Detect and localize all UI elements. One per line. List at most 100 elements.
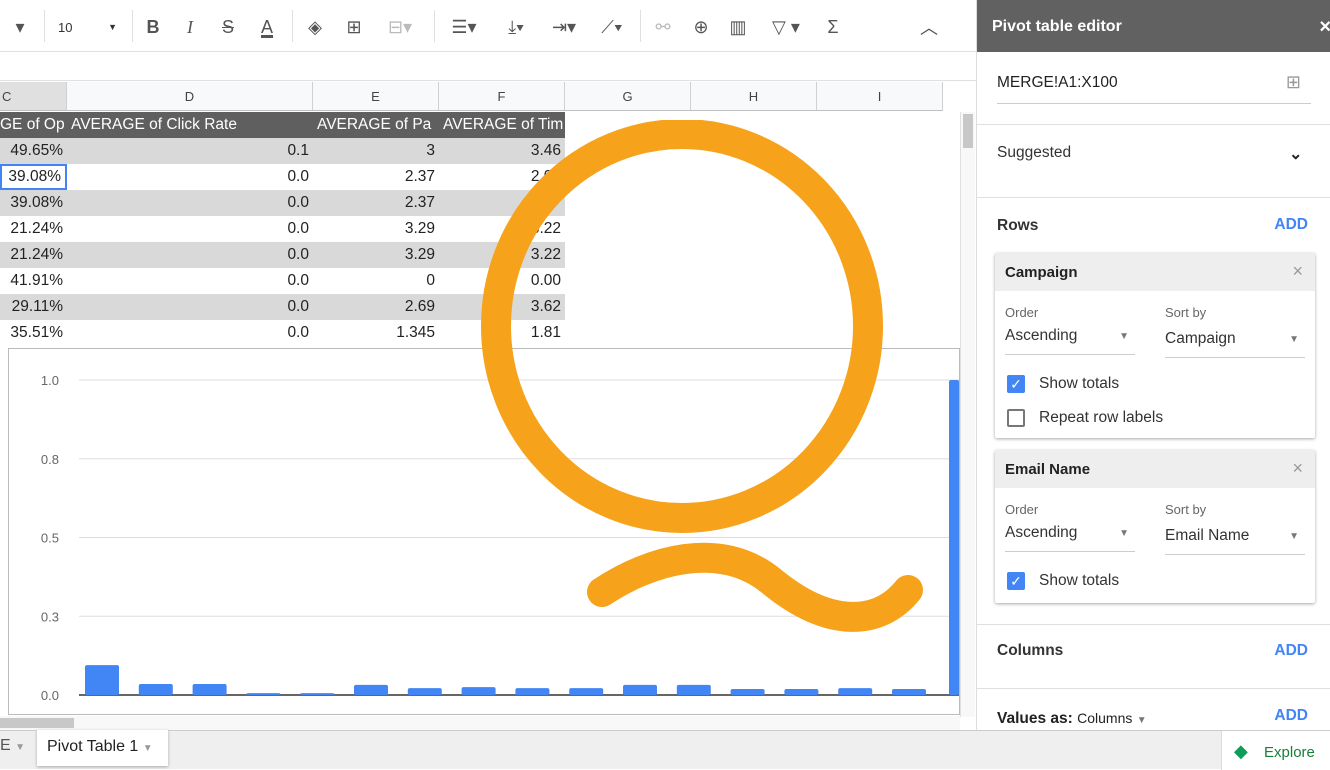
text-color-icon[interactable]: A xyxy=(254,14,280,40)
range-value: MERGE!A1:X100 xyxy=(997,74,1118,91)
bar[interactable] xyxy=(138,683,173,695)
rotate-icon[interactable]: ⟋▾ xyxy=(590,14,634,40)
bar[interactable] xyxy=(461,687,496,695)
strikethrough-icon[interactable]: S xyxy=(215,14,241,40)
table-cell[interactable]: 0.1 xyxy=(67,138,313,164)
table-cell[interactable]: 35.51% xyxy=(0,320,67,346)
scrollbar-thumb[interactable] xyxy=(0,718,74,728)
range-input[interactable]: MERGE!A1:X100 ⊞ xyxy=(997,72,1311,104)
sheet-tab-pivot-table-1[interactable]: Pivot Table 1 ▼ xyxy=(37,730,168,766)
explore-label: Explore xyxy=(1264,744,1315,761)
borders-icon[interactable]: ⊞ xyxy=(341,14,367,40)
table-cell[interactable]: 29.11% xyxy=(0,294,67,320)
table-cell[interactable]: 39.08% xyxy=(0,190,67,216)
bar[interactable] xyxy=(623,684,657,695)
functions-icon[interactable]: Σ xyxy=(820,14,846,40)
bar[interactable] xyxy=(892,689,926,695)
sort-select[interactable]: Campaign ▼ xyxy=(1165,330,1305,358)
selected-cell[interactable]: 39.08% xyxy=(0,164,67,190)
valign-icon[interactable]: ⤓▾ xyxy=(494,14,538,40)
pivot-header-cell[interactable]: AVERAGE of Pa xyxy=(317,112,439,138)
table-cell[interactable]: 0.0 xyxy=(67,294,313,320)
bar[interactable] xyxy=(949,380,959,695)
align-icon[interactable]: ☰▾ xyxy=(442,14,486,40)
column-header-C[interactable]: C xyxy=(0,82,67,111)
table-cell[interactable]: 0 xyxy=(313,268,439,294)
italic-icon[interactable]: I xyxy=(177,14,203,40)
table-cell[interactable]: 3 xyxy=(313,138,439,164)
bar[interactable] xyxy=(730,689,765,695)
bar[interactable] xyxy=(569,688,604,695)
table-cell[interactable]: 0.0 xyxy=(67,242,313,268)
table-cell[interactable]: 0.0 xyxy=(67,320,313,346)
close-icon[interactable]: × xyxy=(1319,16,1330,39)
pivot-header-cell[interactable]: GE of Op xyxy=(0,112,67,138)
vertical-scrollbar[interactable] xyxy=(960,112,975,717)
bar[interactable] xyxy=(784,689,819,695)
rows-add-button[interactable]: ADD xyxy=(1274,216,1308,234)
sheet-tab-prev[interactable]: E ▼ xyxy=(0,737,25,755)
table-cell[interactable]: 49.65% xyxy=(0,138,67,164)
scrollbar-thumb[interactable] xyxy=(963,114,973,148)
table-cell[interactable]: 21.24% xyxy=(0,216,67,242)
merge-icon[interactable]: ⊟▾ xyxy=(380,14,420,40)
column-header-I[interactable]: I xyxy=(817,82,943,111)
fill-color-icon[interactable]: ◈ xyxy=(302,14,328,40)
table-cell[interactable]: 2.37 xyxy=(313,164,439,190)
horizontal-scrollbar[interactable] xyxy=(0,716,960,730)
columns-add-button[interactable]: ADD xyxy=(1274,642,1308,660)
link-icon[interactable]: ⚯ xyxy=(650,14,676,40)
column-header-D[interactable]: D xyxy=(67,82,313,111)
bar[interactable] xyxy=(246,693,281,695)
column-header-E[interactable]: E xyxy=(313,82,439,111)
sort-label: Sort by xyxy=(1165,305,1207,320)
font-dropdown[interactable]: ▾ xyxy=(0,14,40,40)
grid-select-icon[interactable]: ⊞ xyxy=(1286,72,1301,93)
table-cell[interactable]: 41.91% xyxy=(0,268,67,294)
explore-button[interactable]: ◆ Explore xyxy=(1221,731,1330,770)
values-as-select[interactable]: Values as: Columns ▼ xyxy=(997,710,1147,728)
bar[interactable] xyxy=(85,665,119,695)
font-size-select[interactable]: 10 ▼ xyxy=(50,14,125,40)
bar[interactable] xyxy=(407,688,442,695)
order-value: Ascending xyxy=(1005,327,1078,344)
table-cell[interactable]: 2.69 xyxy=(313,294,439,320)
table-cell[interactable]: 0.0 xyxy=(67,268,313,294)
table-cell[interactable]: 0.0 xyxy=(67,216,313,242)
bar[interactable] xyxy=(515,688,550,695)
formula-bar[interactable] xyxy=(0,52,976,81)
table-cell[interactable]: 3.29 xyxy=(313,216,439,242)
column-header-G[interactable]: G xyxy=(565,82,691,111)
collapse-icon[interactable]: ︿ xyxy=(916,14,942,40)
table-cell[interactable]: 0.0 xyxy=(67,190,313,216)
bar[interactable] xyxy=(300,693,335,695)
close-icon[interactable]: × xyxy=(1292,261,1303,282)
table-cell[interactable]: 0.0 xyxy=(67,164,313,190)
show-totals-checkbox[interactable]: ✓ xyxy=(1007,572,1025,590)
bar[interactable] xyxy=(354,684,388,695)
close-icon[interactable]: × xyxy=(1292,458,1303,479)
filter-icon[interactable]: ▽ ▾ xyxy=(762,14,810,40)
chart-icon[interactable]: ▥ xyxy=(725,14,751,40)
table-cell[interactable]: 21.24% xyxy=(0,242,67,268)
sort-select[interactable]: Email Name ▼ xyxy=(1165,527,1305,555)
table-cell[interactable]: 1.345 xyxy=(313,320,439,346)
order-select[interactable]: Ascending ▼ xyxy=(1005,524,1135,552)
comment-icon[interactable]: ⊕ xyxy=(688,14,714,40)
table-cell[interactable]: 2.37 xyxy=(313,190,439,216)
pivot-header-cell[interactable]: AVERAGE of Click Rate xyxy=(71,112,313,138)
bold-icon[interactable]: B xyxy=(140,14,166,40)
bar[interactable] xyxy=(676,684,711,695)
bar[interactable] xyxy=(838,688,873,695)
values-add-button[interactable]: ADD xyxy=(1274,707,1308,725)
column-header-H[interactable]: H xyxy=(691,82,817,111)
y-tick-label: 0.3 xyxy=(41,609,59,624)
wrap-icon[interactable]: ⇥▾ xyxy=(542,14,586,40)
order-select[interactable]: Ascending ▼ xyxy=(1005,327,1135,355)
chevron-down-icon[interactable]: ⌄ xyxy=(1289,144,1302,164)
bar[interactable] xyxy=(192,683,227,695)
column-header-F[interactable]: F xyxy=(439,82,565,111)
show-totals-checkbox[interactable]: ✓ xyxy=(1007,375,1025,393)
repeat-row-labels-checkbox[interactable] xyxy=(1007,409,1025,427)
table-cell[interactable]: 3.29 xyxy=(313,242,439,268)
